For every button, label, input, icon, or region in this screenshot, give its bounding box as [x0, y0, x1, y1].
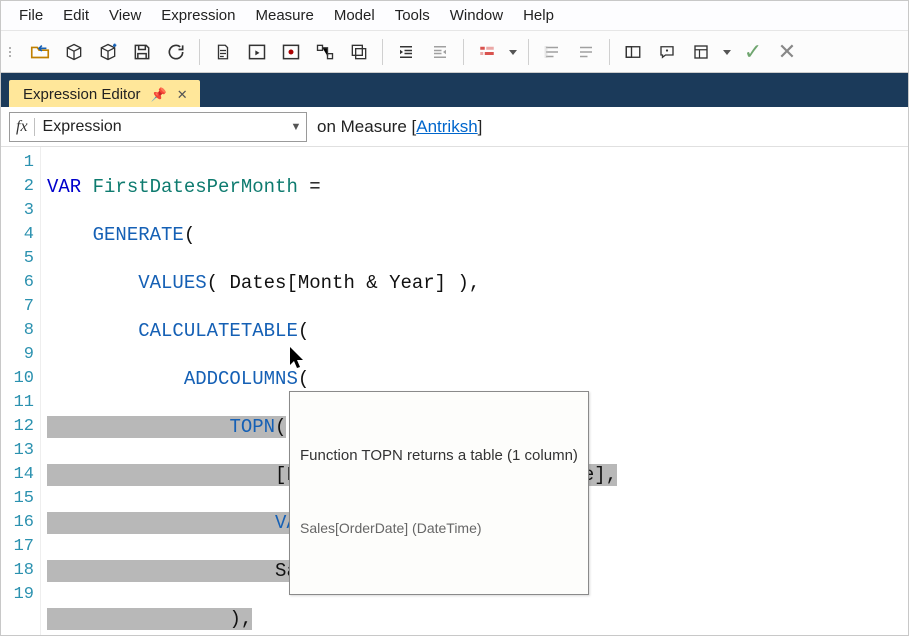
chevron-down-icon[interactable]: ▼ [286, 121, 306, 133]
toolbar-separator [382, 39, 383, 65]
toolbar-separator [609, 39, 610, 65]
tab-expression-editor[interactable]: Expression Editor 📌 ✕ [9, 80, 200, 107]
menu-help[interactable]: Help [513, 4, 564, 27]
tooltip-line1: Function TOPN returns a table (1 column) [300, 444, 578, 468]
intellisense-tooltip: Function TOPN returns a table (1 column)… [289, 391, 589, 595]
context-bar: fx Expression ▼ on Measure [Antriksh] [1, 107, 908, 147]
layers-icon[interactable] [344, 37, 374, 67]
toolbar: ✓ ✕ [1, 31, 908, 73]
cancel-icon[interactable]: ✕ [772, 37, 802, 67]
menu-bar: File Edit View Expression Measure Model … [1, 1, 908, 31]
document-icon[interactable] [208, 37, 238, 67]
open-folder-icon[interactable] [25, 37, 55, 67]
dropdown-arrow-icon[interactable] [506, 37, 520, 67]
format-icon[interactable] [472, 37, 502, 67]
deploy-icon[interactable] [93, 37, 123, 67]
script-record-icon[interactable] [276, 37, 306, 67]
dropdown-arrow-icon[interactable] [720, 37, 734, 67]
menu-file[interactable]: File [9, 4, 53, 27]
code-area[interactable]: VAR FirstDatesPerMonth = GENERATE( VALUE… [41, 147, 908, 635]
expression-type-value: Expression [35, 118, 286, 136]
line-gutter: 12345678910111213141516171819 [1, 147, 41, 635]
accept-icon[interactable]: ✓ [738, 37, 768, 67]
refresh-icon[interactable] [161, 37, 191, 67]
mouse-cursor [288, 345, 308, 371]
dependency-icon[interactable] [310, 37, 340, 67]
fx-icon: fx [10, 118, 35, 136]
toolbar-separator [528, 39, 529, 65]
tab-bar: Expression Editor 📌 ✕ [1, 73, 908, 107]
toolbar-separator [463, 39, 464, 65]
uncomment-icon[interactable] [571, 37, 601, 67]
menu-model[interactable]: Model [324, 4, 385, 27]
script-run-icon[interactable] [242, 37, 272, 67]
context-label: on Measure [Antriksh] [317, 117, 482, 137]
menu-expression[interactable]: Expression [151, 4, 245, 27]
tab-title: Expression Editor [23, 86, 141, 103]
toolbar-separator [199, 39, 200, 65]
messages-icon[interactable] [652, 37, 682, 67]
menu-tools[interactable]: Tools [385, 4, 440, 27]
measure-link[interactable]: Antriksh [416, 117, 477, 136]
properties-icon[interactable] [686, 37, 716, 67]
close-icon[interactable]: ✕ [177, 87, 188, 103]
tooltip-line2: Sales[OrderDate] (DateTime) [300, 516, 578, 540]
menu-edit[interactable]: Edit [53, 4, 99, 27]
menu-window[interactable]: Window [440, 4, 513, 27]
outdent-icon[interactable] [425, 37, 455, 67]
expression-type-combo[interactable]: fx Expression ▼ [9, 112, 307, 142]
indent-icon[interactable] [391, 37, 421, 67]
menu-view[interactable]: View [99, 4, 151, 27]
menu-measure[interactable]: Measure [245, 4, 323, 27]
code-editor[interactable]: 12345678910111213141516171819 VAR FirstD… [1, 147, 908, 635]
comment-icon[interactable] [537, 37, 567, 67]
toolbar-gripper[interactable] [7, 47, 19, 57]
cube-icon[interactable] [59, 37, 89, 67]
pin-icon[interactable]: 📌 [151, 87, 167, 103]
save-icon[interactable] [127, 37, 157, 67]
panel-icon[interactable] [618, 37, 648, 67]
